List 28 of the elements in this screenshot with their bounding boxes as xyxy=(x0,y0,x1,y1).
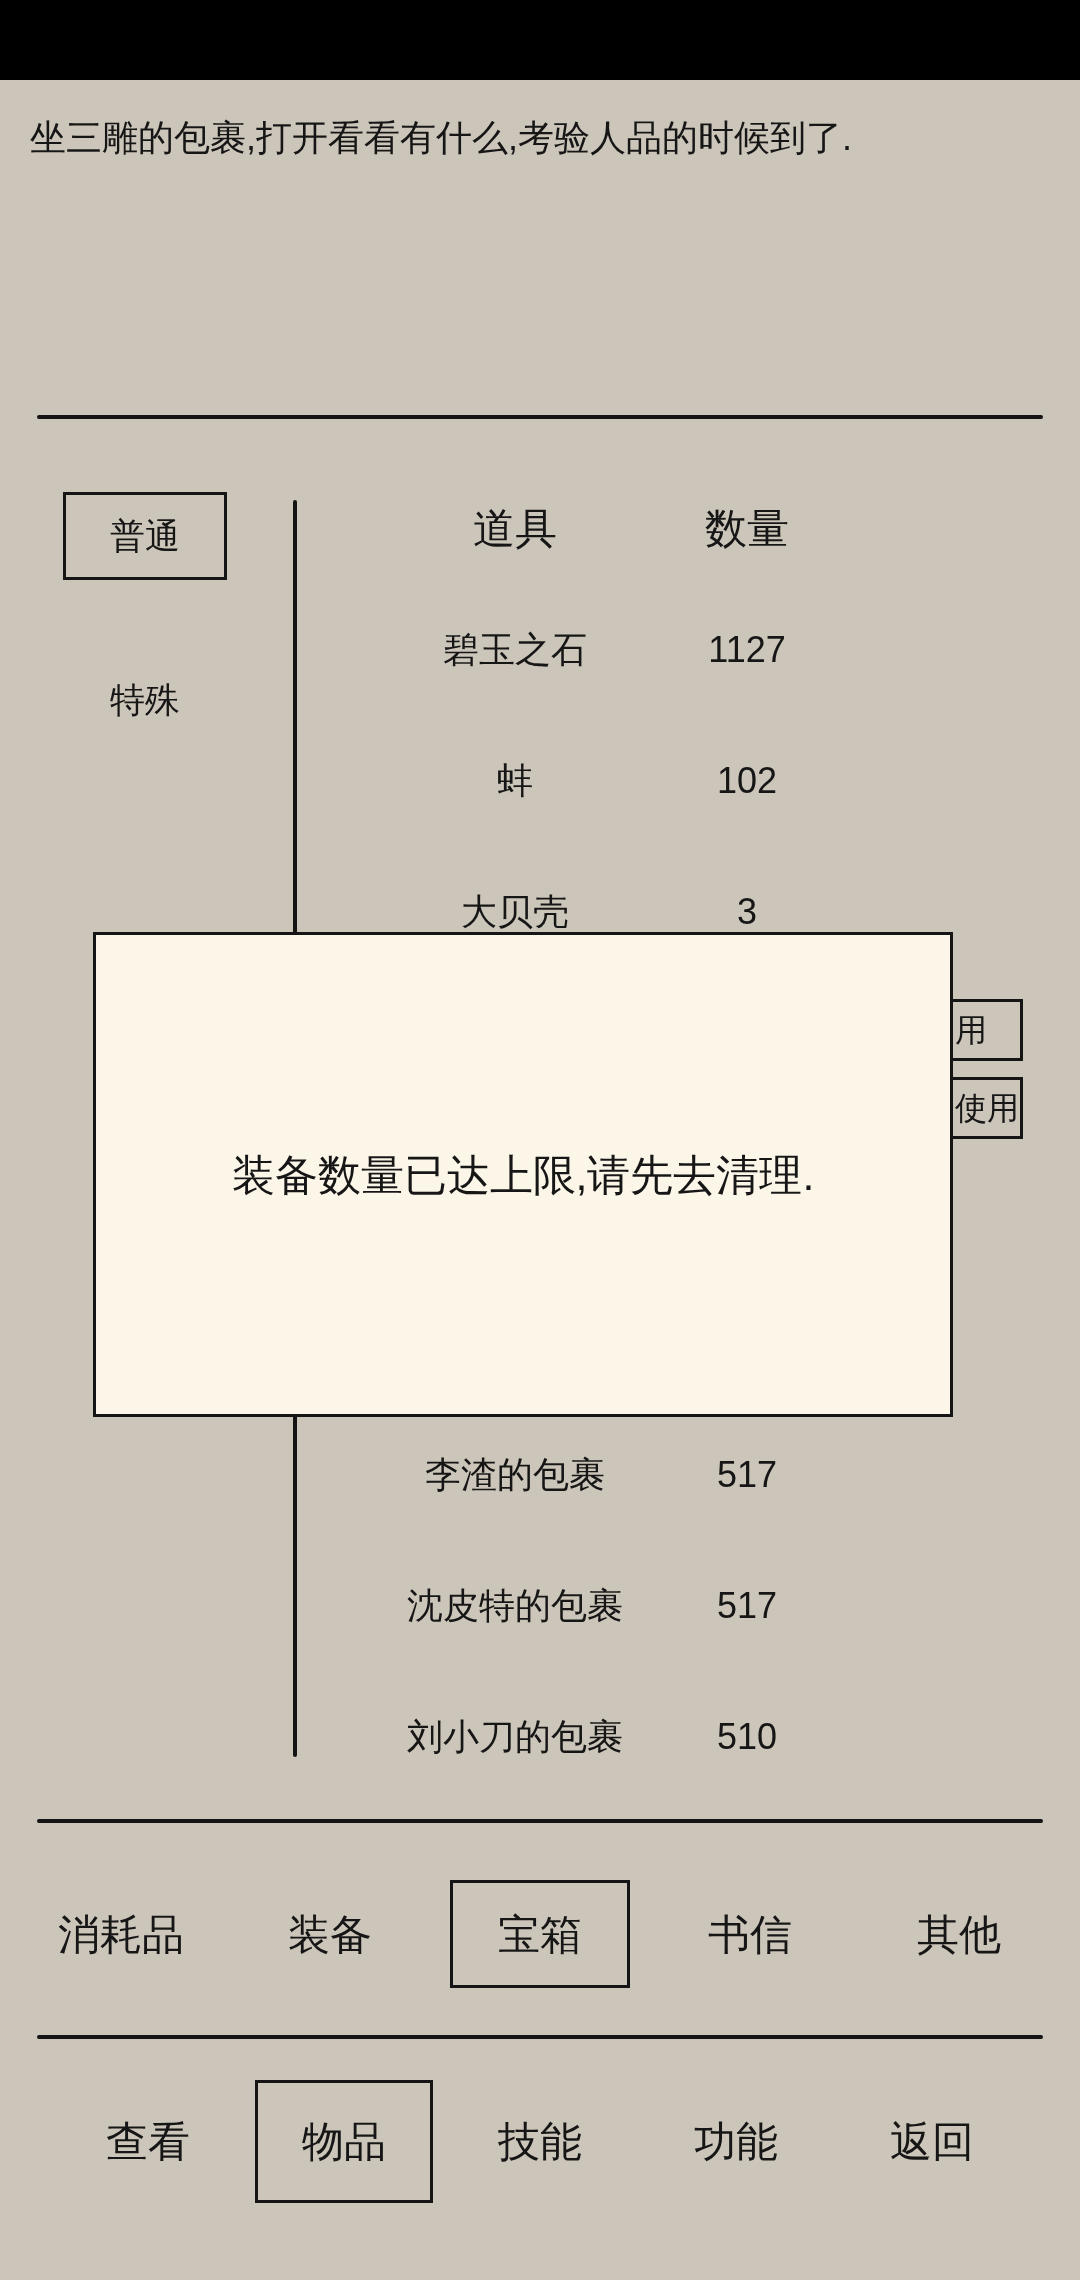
item-count-cell-text: 517 xyxy=(715,1452,779,1497)
column-header: 数量 xyxy=(704,504,790,554)
category-tab[interactable]: 宝箱 xyxy=(450,1880,630,1988)
category-tab[interactable]: 书信 xyxy=(659,1880,840,1988)
item-count-cell-text: 3 xyxy=(736,889,758,934)
item-name-cell-text: 大贝壳 xyxy=(460,889,570,934)
filter-tab[interactable]: 普通 xyxy=(63,492,227,580)
nav-tab[interactable]: 返回 xyxy=(843,2080,1021,2203)
nav-tab[interactable]: 物品 xyxy=(255,2080,433,2203)
item-name-cell-text: 刘小刀的包裹 xyxy=(406,1714,624,1759)
column-header: 道具 xyxy=(472,504,558,554)
item-name-cell-text: 碧玉之石 xyxy=(442,627,588,672)
item-count-cell-text: 102 xyxy=(715,758,779,803)
nav-tab[interactable]: 查看 xyxy=(59,2080,237,2203)
category-tab[interactable]: 装备 xyxy=(240,1880,421,1988)
category-tab[interactable]: 消耗品 xyxy=(30,1880,211,1988)
item-name-cell-text: 蚌 xyxy=(496,758,534,803)
filter-tab[interactable]: 特殊 xyxy=(63,656,227,744)
item-count-cell-text: 510 xyxy=(715,1714,779,1759)
item-count-cell-text: 517 xyxy=(715,1583,779,1628)
nav-tab[interactable]: 技能 xyxy=(451,2080,629,2203)
category-tab[interactable]: 其他 xyxy=(869,1880,1050,1988)
item-name-cell-text: 李渣的包裹 xyxy=(424,1452,606,1497)
nav-tab[interactable]: 功能 xyxy=(647,2080,825,2203)
item-name-cell-text: 沈皮特的包裹 xyxy=(406,1583,624,1628)
item-count-cell-text: 1127 xyxy=(707,627,787,672)
message-text: 坐三雕的包裹,打开看看有什么,考验人品的时候到了. xyxy=(30,116,852,160)
dialog-message: 装备数量已达上限,请先去清理. xyxy=(231,1149,815,1201)
